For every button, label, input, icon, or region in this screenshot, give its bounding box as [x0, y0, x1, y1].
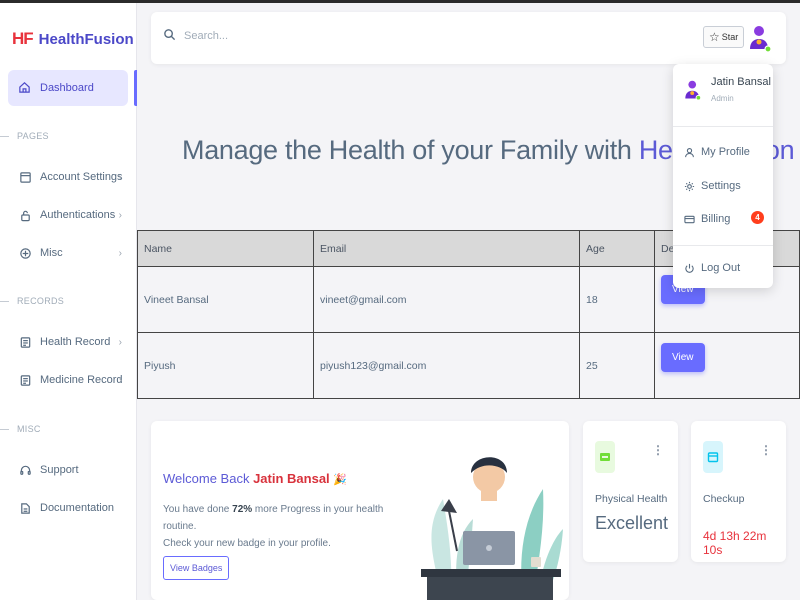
stat-card-physical-health: ⋮ Physical Health Excellent	[583, 421, 678, 562]
cube-icon	[18, 246, 32, 260]
stat-label: Checkup	[703, 493, 745, 505]
menu-item-log-out[interactable]: Log Out	[683, 262, 740, 274]
top-navbar: ☆ Star	[151, 12, 786, 64]
sidebar-item-authentications[interactable]: Authentications ›	[18, 204, 130, 226]
search-bar[interactable]	[163, 28, 384, 44]
menu-item-label: Log Out	[701, 262, 741, 274]
sidebar-item-misc[interactable]: Misc ›	[18, 242, 130, 264]
stat-card-checkup: ⋮ Checkup 4d 13h 22m 10s	[691, 421, 786, 562]
search-icon	[163, 28, 176, 44]
gear-icon	[683, 181, 695, 192]
column-header-name: Name	[137, 230, 314, 267]
chevron-right-icon: ›	[118, 374, 122, 386]
brand-logo: HF	[12, 29, 34, 48]
sidebar-item-label: Support	[40, 464, 79, 476]
home-icon	[18, 81, 32, 95]
sidebar-item-support[interactable]: Support	[18, 459, 130, 481]
chevron-right-icon: ›	[118, 247, 122, 259]
stat-label: Physical Health	[595, 493, 668, 505]
sidebar-item-account-settings[interactable]: Account Settings ›	[18, 166, 130, 188]
sidebar-item-health-record[interactable]: Health Record ›	[18, 331, 130, 353]
avatar[interactable]	[747, 23, 773, 53]
power-icon	[683, 263, 695, 274]
star-button[interactable]: ☆ Star	[703, 26, 745, 48]
cell-details: View	[654, 332, 800, 399]
stat-value: Excellent	[595, 513, 669, 533]
star-label: Star	[721, 32, 739, 42]
sidebar-item-label: Account Settings	[40, 171, 123, 183]
sidebar-item-label: Documentation	[40, 502, 114, 514]
sidebar-item-label: Misc	[40, 247, 63, 259]
headset-icon	[18, 463, 32, 477]
sidebar-item-medicine-record[interactable]: Medicine Record ›	[18, 369, 130, 391]
person-at-laptop-illustration	[421, 457, 563, 600]
sidebar-item-documentation[interactable]: Documentation	[18, 497, 130, 519]
stat-value: 4d 13h 22m 10s	[703, 529, 767, 557]
party-icon: 🎉	[333, 474, 347, 486]
sidebar-item-label: Dashboard	[40, 82, 94, 94]
dropdown-user-info: Jatin Bansal Admin	[683, 76, 771, 107]
divider	[673, 245, 773, 246]
menu-item-label: Billing	[701, 213, 731, 225]
cell-name: Piyush	[137, 332, 314, 399]
welcome-user-name: Jatin Bansal	[253, 471, 330, 486]
document-icon	[18, 373, 32, 387]
dropdown-user-name: Jatin Bansal	[711, 76, 771, 88]
sidebar-item-label: Authentications	[40, 209, 116, 221]
hero-text: Manage the Health of your Family with	[182, 135, 639, 165]
section-header-records: RECORDS	[0, 296, 64, 306]
welcome-title: Welcome Back Jatin Bansal 🎉	[163, 471, 347, 486]
sidebar-item-label: Health Record	[40, 336, 111, 348]
cell-email: vineet@gmail.com	[313, 266, 580, 333]
menu-item-settings[interactable]: Settings	[683, 180, 741, 192]
menu-item-my-profile[interactable]: My Profile	[683, 146, 750, 158]
credit-card-icon	[683, 214, 695, 225]
chevron-right-icon: ›	[118, 209, 122, 221]
section-header-pages: PAGES	[0, 131, 49, 141]
section-header-misc: MISC	[0, 424, 41, 434]
card-icon	[18, 170, 32, 184]
wallet-icon	[595, 441, 615, 473]
cell-age: 25	[579, 332, 655, 399]
active-indicator	[134, 70, 137, 106]
chevron-right-icon: ›	[118, 336, 122, 348]
lock-icon	[18, 208, 32, 222]
welcome-message: You have done 72% more Progress in your …	[163, 504, 384, 549]
more-options-icon[interactable]: ⋮	[652, 443, 664, 457]
brand[interactable]: HF HealthFusion	[12, 29, 134, 49]
cell-age: 18	[579, 266, 655, 333]
dropdown-user-role: Admin	[711, 94, 734, 103]
search-input[interactable]	[184, 30, 384, 42]
sidebar-item-dashboard[interactable]: Dashboard	[8, 70, 128, 106]
sidebar: HF HealthFusion Dashboard PAGES Account …	[0, 3, 137, 600]
calendar-icon	[703, 441, 723, 473]
billing-count-badge: 4	[751, 211, 764, 224]
file-icon	[18, 501, 32, 515]
document-icon	[18, 335, 32, 349]
menu-item-label: Settings	[701, 180, 741, 192]
welcome-card: Welcome Back Jatin Bansal 🎉 You have don…	[151, 421, 569, 600]
avatar	[683, 76, 703, 107]
progress-percent: 72%	[232, 504, 253, 515]
star-icon: ☆	[709, 30, 720, 44]
cell-name: Vineet Bansal	[137, 266, 314, 333]
user-icon	[683, 147, 695, 158]
brand-name: HealthFusion	[38, 30, 134, 48]
table-row: Piyush piyush123@gmail.com 25 View	[137, 332, 800, 399]
sidebar-item-label: Medicine Record	[40, 374, 123, 386]
view-badges-button[interactable]: View Badges	[163, 556, 230, 580]
view-button[interactable]: View	[661, 343, 705, 372]
user-dropdown-menu: Jatin Bansal Admin My Profile Settings B…	[673, 64, 773, 288]
menu-item-billing[interactable]: Billing	[683, 213, 730, 225]
column-header-age: Age	[579, 230, 655, 267]
menu-item-label: My Profile	[701, 146, 750, 158]
column-header-email: Email	[313, 230, 580, 267]
more-options-icon[interactable]: ⋮	[760, 443, 772, 457]
cell-email: piyush123@gmail.com	[313, 332, 580, 399]
chevron-right-icon: ›	[118, 171, 122, 183]
divider	[673, 126, 773, 127]
